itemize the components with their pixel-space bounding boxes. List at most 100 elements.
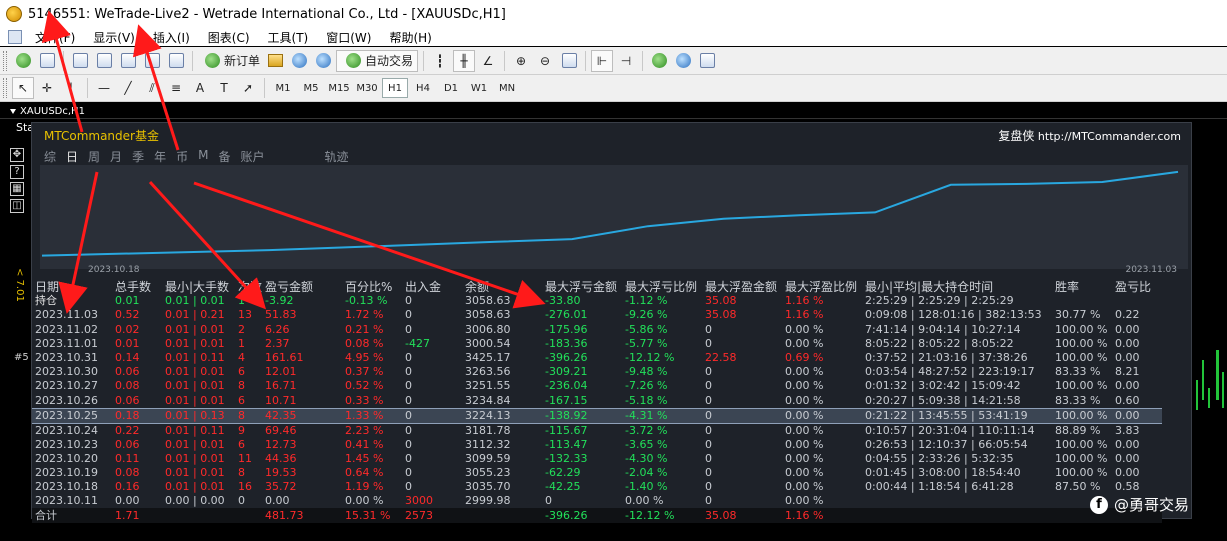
horizontal-line-icon[interactable]: — — [93, 77, 115, 99]
auto-scroll-icon[interactable]: ⊩ — [591, 49, 614, 72]
indicators-icon[interactable] — [648, 50, 670, 72]
zoom-out-icon[interactable]: ⊖ — [534, 50, 556, 72]
table-row[interactable]: 2023.10.30 0.06 0.01 | 0.01 6 12.01 0.37 % 0 32… — [32, 365, 1162, 379]
table-cell: 0.00 % — [785, 437, 824, 451]
table-cell: 15.31 % — [342, 508, 403, 523]
panel-tab[interactable]: M — [198, 148, 208, 165]
panel-tab[interactable]: 币 — [176, 148, 188, 165]
table-row[interactable]: 持仓 0.01 0.01 | 0.01 1 -3.92 -0.13 % 0 3058.63 -3… — [32, 294, 1162, 308]
separator — [423, 50, 425, 71]
metaeditor-icon[interactable] — [264, 50, 286, 72]
menu-view[interactable]: 显示(V) — [84, 29, 144, 46]
table-row[interactable]: 2023.11.01 0.01 0.01 | 0.01 1 2.37 0.08 % -427… — [32, 337, 1162, 351]
profiles-icon[interactable] — [36, 50, 58, 72]
brand-url[interactable]: http://MTCommander.com — [1038, 130, 1181, 143]
timeframe-w1[interactable]: W1 — [466, 78, 492, 98]
tile-windows-icon[interactable] — [558, 50, 580, 72]
periods-icon[interactable] — [672, 50, 694, 72]
panel-tab[interactable]: 周 — [88, 148, 100, 165]
menu-window[interactable]: 窗口(W) — [317, 29, 380, 46]
grid-icon[interactable]: ▦ — [10, 182, 24, 196]
market-watch-icon[interactable] — [69, 50, 91, 72]
table-row[interactable]: 2023.10.25 0.18 0.01 | 0.13 8 42.35 1.33 % 0 32… — [32, 407, 1163, 424]
panel-tab[interactable]: 备 — [218, 148, 230, 165]
table-cell: 0 — [702, 407, 783, 424]
menu-help[interactable]: 帮助(H) — [380, 29, 440, 46]
document-icon[interactable] — [8, 30, 22, 44]
table-cell: 0.02 — [115, 322, 140, 336]
timeframe-m5[interactable]: M5 — [298, 78, 324, 98]
table-row[interactable]: 2023.10.26 0.06 0.01 | 0.01 6 10.71 0.33 % 0 32… — [32, 394, 1162, 409]
table-row[interactable]: 2023.10.31 0.14 0.01 | 0.11 4 161.61 4.95 % 0 3… — [32, 351, 1162, 365]
table-cell: 6.26 — [265, 322, 290, 336]
table-row[interactable]: 2023.10.27 0.08 0.01 | 0.01 8 16.71 0.52 % 0 32… — [32, 379, 1162, 393]
auto-trading-label: 自动交易 — [365, 54, 414, 68]
templates-icon[interactable] — [696, 50, 718, 72]
table-cell: 0 — [405, 379, 413, 393]
panel-tab[interactable]: 轨迹 — [325, 148, 349, 165]
table-row[interactable]: 2023.11.03 0.52 0.01 | 0.21 13 51.83 1.72 % 0 3… — [32, 308, 1162, 322]
chart-symbol-tab[interactable]: XAUUSDc,H1 — [20, 106, 85, 117]
bar-chart-icon[interactable]: ┇ — [429, 50, 451, 72]
table-cell: -1.40 % — [625, 480, 668, 494]
strategy-tester-icon[interactable] — [165, 50, 187, 72]
text-icon[interactable]: A — [189, 77, 211, 99]
column-header: 盈亏比 — [1115, 280, 1152, 295]
table-row[interactable]: 2023.11.02 0.02 0.01 | 0.01 2 6.26 0.21 % 0 300… — [32, 323, 1162, 337]
table-row[interactable]: 2023.10.20 0.11 0.01 | 0.01 11 44.36 1.45 % 0 3… — [32, 452, 1162, 466]
table-cell: 35.08 — [705, 294, 737, 308]
panel-tab[interactable]: 账户 — [240, 148, 264, 165]
menu-file[interactable]: 文件(F) — [26, 29, 84, 46]
table-cell: 0 — [705, 322, 713, 336]
candlestick-icon[interactable]: ╫ — [453, 49, 476, 72]
text-label-icon[interactable]: T — [213, 77, 235, 99]
timeframe-m15[interactable]: M15 — [326, 78, 352, 98]
zoom-in-icon[interactable]: ⊕ — [510, 50, 532, 72]
table-cell: -12.12 % — [622, 508, 703, 523]
table-row[interactable]: 2023.10.18 0.16 0.01 | 0.01 16 35.72 1.19 % 0 3… — [32, 480, 1162, 494]
table-cell: 6 — [238, 365, 245, 379]
panel-tab[interactable]: 日 — [66, 148, 78, 165]
move-icon[interactable]: ✥ — [10, 148, 24, 162]
menu-tools[interactable]: 工具(T) — [259, 29, 318, 46]
timeframe-h1[interactable]: H1 — [382, 78, 408, 98]
new-chart-icon[interactable] — [12, 50, 34, 72]
radio-icon[interactable] — [312, 50, 334, 72]
total-row[interactable]: 合计 1.71 481.73 15.31 % 2573 -396.26 -12.12 % 35… — [32, 508, 1163, 523]
trendline-icon[interactable]: ╱ — [117, 77, 139, 99]
crosshair-icon[interactable]: ✛ — [36, 77, 58, 99]
navigator-icon[interactable] — [117, 50, 139, 72]
timeframe-d1[interactable]: D1 — [438, 78, 464, 98]
signals-icon[interactable] — [288, 50, 310, 72]
timeframe-m30[interactable]: M30 — [354, 78, 380, 98]
timeframe-m1[interactable]: M1 — [270, 78, 296, 98]
table-row[interactable]: 2023.10.24 0.22 0.01 | 0.11 9 69.46 2.23 % 0 31… — [32, 423, 1162, 438]
fibonacci-icon[interactable]: ≡ — [165, 77, 187, 99]
table-cell: 2023.10.11 — [35, 494, 98, 508]
help-icon[interactable]: ? — [10, 165, 24, 179]
window-icon[interactable]: ◫ — [10, 199, 24, 213]
chart-shift-icon[interactable]: ⊣ — [615, 50, 637, 72]
new-order-button[interactable]: 新订单 — [198, 50, 262, 72]
terminal-icon[interactable] — [141, 50, 163, 72]
chart-window-header[interactable]: XAUUSDc,H1 — [4, 104, 1227, 118]
data-window-icon[interactable] — [93, 50, 115, 72]
arrows-icon[interactable]: ➚ — [237, 77, 259, 99]
timeframe-mn[interactable]: MN — [494, 78, 520, 98]
auto-trading-button[interactable]: 自动交易 — [336, 49, 419, 72]
vertical-line-icon[interactable]: | — [60, 77, 82, 99]
table-cell: 0.06 — [115, 437, 140, 451]
cursor-icon[interactable]: ↖ — [12, 77, 34, 99]
line-chart-icon[interactable]: ∠ — [477, 50, 499, 72]
menu-insert[interactable]: 插入(I) — [144, 29, 199, 46]
panel-tab[interactable]: 季 — [132, 148, 144, 165]
equidistant-channel-icon[interactable]: ⫽ — [141, 77, 163, 99]
panel-tab[interactable]: 年 — [154, 148, 166, 165]
table-row[interactable]: 2023.10.11 0.00 0.00 | 0.00 0 0.00 0.00 % 3000… — [32, 494, 1162, 508]
timeframe-h4[interactable]: H4 — [410, 78, 436, 98]
panel-tab[interactable]: 月 — [110, 148, 122, 165]
table-row[interactable]: 2023.10.23 0.06 0.01 | 0.01 6 12.73 0.41 % 0 31… — [32, 438, 1162, 452]
menu-charts[interactable]: 图表(C) — [199, 29, 259, 46]
panel-tab[interactable]: 综 — [44, 148, 56, 165]
table-row[interactable]: 2023.10.19 0.08 0.01 | 0.01 8 19.53 0.64 % 0 30… — [32, 466, 1162, 480]
